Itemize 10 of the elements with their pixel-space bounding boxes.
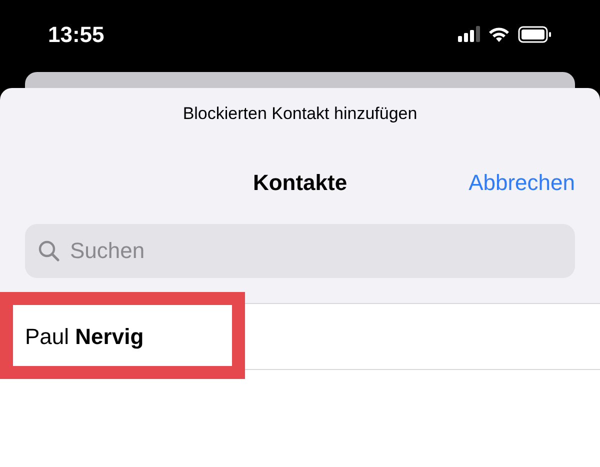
contact-name[interactable]: Paul Nervig (25, 320, 144, 353)
battery-icon (518, 26, 552, 42)
search-field[interactable]: Suchen (25, 224, 575, 278)
cancel-button[interactable]: Abbrechen (468, 166, 575, 198)
nav-title: Kontakte (252, 168, 348, 196)
status-time: 13:55 (48, 20, 104, 48)
signal-icon (458, 26, 480, 42)
sheet-title: Blockierten Kontakt hinzufügen (182, 103, 418, 126)
search-icon (37, 239, 61, 263)
wifi-icon (488, 26, 510, 42)
